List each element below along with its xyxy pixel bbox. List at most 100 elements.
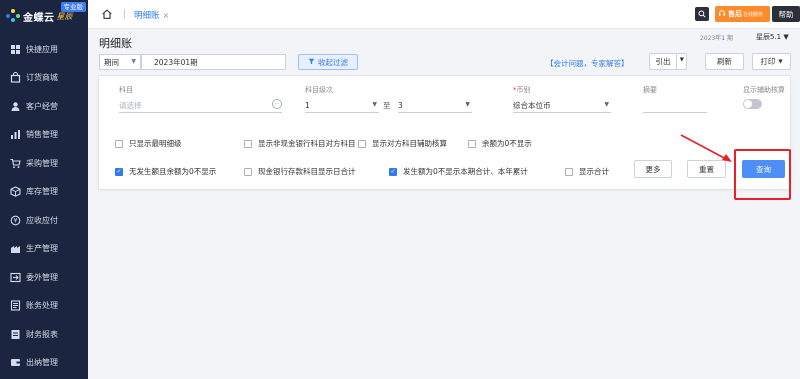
service-sublabel: 在线服务 bbox=[743, 11, 764, 18]
chart-icon bbox=[10, 129, 21, 140]
app-logo[interactable]: 金蝶云 星辰 专业版 bbox=[0, 0, 88, 32]
filter-checkbox[interactable]: 显示合计 bbox=[565, 166, 609, 177]
period-value-input[interactable]: 2023年01期 bbox=[141, 54, 286, 70]
checkbox-unchecked-icon[interactable] bbox=[565, 167, 573, 176]
currency-select[interactable]: 综合本位币 ▼ bbox=[513, 98, 611, 113]
sidebar-item[interactable]: 快捷应用 bbox=[0, 35, 88, 64]
top-bar: 明细账 × 售后 在线服务 帮助 bbox=[88, 0, 800, 29]
checkbox-label: 只显示最明细级 bbox=[129, 139, 182, 148]
checkbox-label: 无发生额且余额为0不显示 bbox=[129, 167, 217, 176]
cashier-icon bbox=[10, 357, 21, 368]
sidebar-item[interactable]: 出纳管理 bbox=[0, 349, 88, 378]
filter-checkbox[interactable]: 只显示最明细级 bbox=[115, 138, 182, 149]
export-button[interactable]: 引出 ▼ bbox=[649, 53, 687, 70]
print-label: 打印 bbox=[760, 57, 776, 66]
sidebar-item[interactable]: 账务处理 bbox=[0, 292, 88, 321]
reset-button[interactable]: 重置 bbox=[687, 160, 726, 178]
sidebar-item-label: 销售管理 bbox=[26, 130, 58, 140]
logo-subtext: 星辰 bbox=[56, 11, 73, 21]
logo-text: 金蝶云 bbox=[23, 12, 55, 24]
sidebar-item[interactable]: 客户经营 bbox=[0, 92, 88, 121]
sidebar-item-label: 账务处理 bbox=[26, 301, 58, 311]
summary-input[interactable] bbox=[643, 98, 707, 113]
period-type-label: 期间 bbox=[104, 57, 119, 67]
sidebar-item[interactable]: 委外管理 bbox=[0, 263, 88, 292]
tab-label: 明细账 bbox=[134, 11, 160, 21]
version-dropdown[interactable]: 星辰5.1 ▼ bbox=[756, 32, 789, 42]
sidebar-item-label: 生产管理 bbox=[26, 244, 58, 254]
checkbox-unchecked-icon[interactable] bbox=[358, 139, 366, 148]
checkbox-checked-icon[interactable]: ✓ bbox=[115, 167, 123, 176]
search-icon[interactable] bbox=[695, 7, 709, 21]
chevron-down-icon: ▼ bbox=[372, 101, 377, 108]
sidebar-item-label: 库存管理 bbox=[26, 187, 58, 197]
cart-icon bbox=[10, 158, 21, 169]
chevron-down-icon: ▼ bbox=[778, 58, 783, 65]
home-icon[interactable] bbox=[100, 7, 114, 21]
logo-icon bbox=[6, 9, 20, 23]
sidebar-item[interactable]: 订货商城 bbox=[0, 64, 88, 93]
sidebar-item[interactable]: 库存管理 bbox=[0, 178, 88, 207]
chevron-down-icon[interactable]: ▼ bbox=[680, 57, 684, 63]
checkbox-checked-icon[interactable]: ✓ bbox=[389, 167, 397, 176]
filter-checkbox[interactable]: 显示对方科目辅助核算 bbox=[358, 138, 447, 149]
sidebar-item[interactable]: 采购管理 bbox=[0, 149, 88, 178]
chevron-down-icon: ▼ bbox=[131, 58, 136, 65]
aux-accounting-label: 显示辅助核算 bbox=[743, 86, 785, 94]
level-to-select[interactable]: 3 ▼ bbox=[398, 98, 472, 113]
sidebar-item-label: 订货商城 bbox=[26, 73, 58, 83]
checkbox-unchecked-icon[interactable] bbox=[115, 139, 123, 148]
subject-level-label: 科目级次 bbox=[305, 86, 333, 94]
shopping-bag-icon bbox=[10, 72, 21, 83]
pro-edition-badge: 专业版 bbox=[60, 2, 86, 12]
filter-checkbox[interactable]: 显示非现金银行科目对方科目 bbox=[244, 138, 356, 149]
svg-text:¥: ¥ bbox=[14, 217, 18, 224]
checkbox-unchecked-icon[interactable] bbox=[468, 139, 476, 148]
filter-checkbox[interactable]: ✓ 无发生额且余额为0不显示 bbox=[115, 166, 216, 177]
coin-icon: ¥ bbox=[10, 215, 21, 226]
level-to-value: 3 bbox=[398, 100, 403, 110]
filter-checkbox[interactable]: 余额为0不显示 bbox=[468, 138, 532, 149]
period-type-select[interactable]: 期间 ▼ bbox=[99, 54, 141, 70]
subject-input[interactable]: 请选择 ··· bbox=[119, 98, 282, 113]
checkbox-unchecked-icon[interactable] bbox=[244, 139, 252, 148]
checkbox-unchecked-icon[interactable] bbox=[244, 167, 252, 176]
page-title: 明细账 bbox=[99, 37, 132, 50]
sidebar-item-label: 财务报表 bbox=[26, 329, 58, 339]
sidebar-item[interactable]: 销售管理 bbox=[0, 121, 88, 150]
toggle-knob bbox=[744, 100, 752, 108]
refresh-button[interactable]: 刷新 bbox=[705, 53, 744, 70]
filter-checkbox[interactable]: 现金银行存款科目显示日合计 bbox=[244, 166, 356, 177]
expert-consult-link[interactable]: 【会计问题，专家解答】 bbox=[546, 58, 629, 69]
sidebar-item-label: 委外管理 bbox=[26, 272, 58, 282]
help-button[interactable]: 帮助 bbox=[772, 6, 800, 22]
checkbox-label: 显示非现金银行科目对方科目 bbox=[258, 139, 356, 148]
filter-checkbox[interactable]: ✓ 发生额为0不显示本期合计、本年累计 bbox=[389, 166, 528, 177]
after-sales-service-button[interactable]: 售后 在线服务 bbox=[715, 6, 770, 22]
aux-accounting-toggle[interactable] bbox=[743, 99, 762, 109]
sidebar-item[interactable]: 生产管理 bbox=[0, 235, 88, 264]
checkbox-label: 现金银行存款科目显示日合计 bbox=[258, 167, 356, 176]
sidebar-item-label: 应收应付 bbox=[26, 215, 58, 225]
outsource-icon bbox=[10, 272, 21, 283]
collapse-filter-button[interactable]: 收起过滤 bbox=[298, 54, 358, 70]
sidebar-item-label: 客户经营 bbox=[26, 101, 58, 111]
print-button[interactable]: 打印 ▼ bbox=[752, 53, 791, 70]
filter-panel: 科目 请选择 ··· 科目级次 1 ▼ 至 3 ▼ *币别 综合本位币 ▼ 摘要… bbox=[98, 75, 791, 190]
tab-detail-ledger[interactable]: 明细账 × bbox=[120, 6, 173, 24]
sidebar-nav: 快捷应用订货商城客户经营销售管理采购管理库存管理 ¥ 应收应付生产管理委外管理账务处… bbox=[0, 35, 88, 377]
service-label: 售后 bbox=[728, 10, 742, 18]
tab-close-icon[interactable]: × bbox=[163, 11, 170, 20]
level-range-separator: 至 bbox=[383, 101, 391, 110]
more-button[interactable]: 更多 bbox=[634, 160, 672, 178]
checkbox-label: 显示对方科目辅助核算 bbox=[372, 139, 447, 148]
checkbox-label: 发生额为0不显示本期合计、本年累计 bbox=[403, 167, 528, 176]
ledger-icon bbox=[10, 300, 21, 311]
chevron-down-icon: ▼ bbox=[465, 101, 470, 108]
sidebar-item[interactable]: 财务报表 bbox=[0, 320, 88, 349]
more-options-icon[interactable]: ··· bbox=[272, 99, 282, 109]
sidebar-item[interactable]: ¥ 应收应付 bbox=[0, 206, 88, 235]
headset-icon bbox=[718, 9, 726, 19]
factory-icon bbox=[10, 243, 21, 254]
level-from-select[interactable]: 1 ▼ bbox=[305, 98, 379, 113]
